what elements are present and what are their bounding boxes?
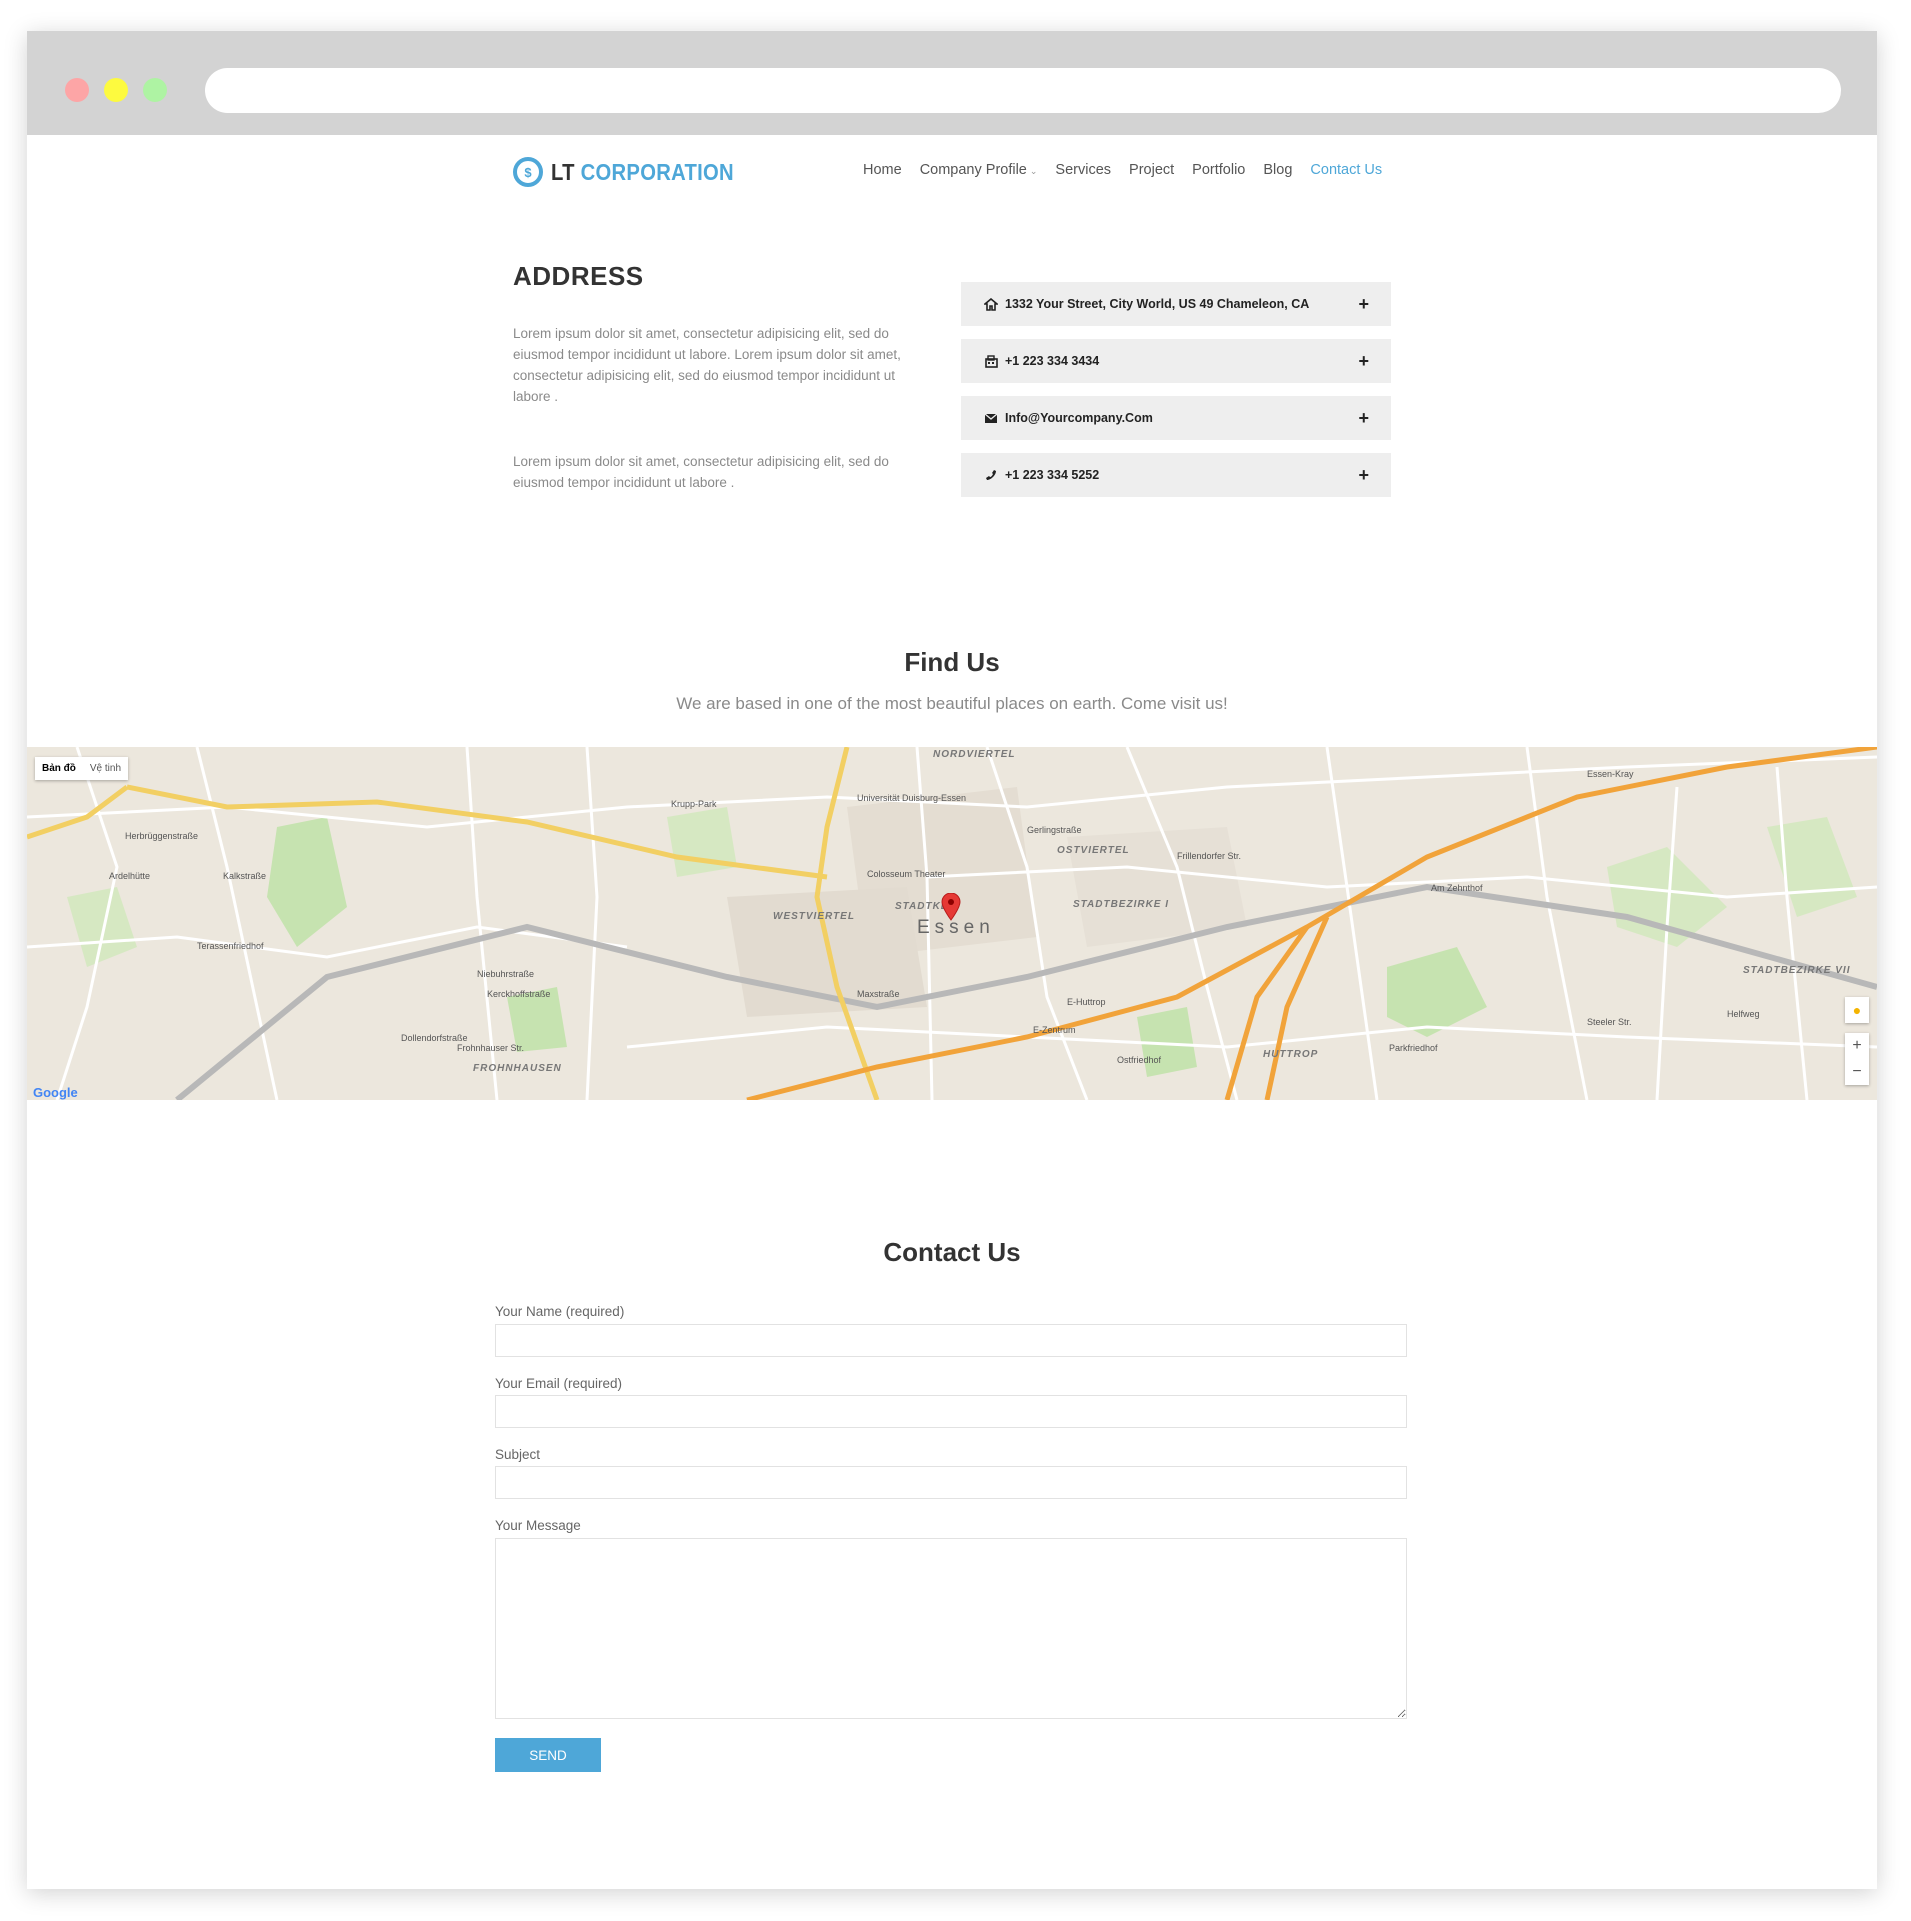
map-place-label: Steeler Str. xyxy=(1587,1017,1632,1027)
plus-icon[interactable]: + xyxy=(1358,351,1369,372)
address-bar[interactable] xyxy=(205,68,1841,113)
chevron-down-icon: ⌄ xyxy=(1029,166,1038,176)
map-place-label: Helfweg xyxy=(1727,1009,1760,1019)
email-field-label: Your Email (required) xyxy=(495,1376,623,1391)
map-district-label: HUTTROP xyxy=(1263,1049,1319,1060)
logo-text-corporation: CORPORATION xyxy=(580,158,734,185)
maximize-window-dot[interactable] xyxy=(143,78,167,102)
logo-text: LT CORPORATION xyxy=(551,159,734,186)
nav-item-contact-us[interactable]: Contact Us xyxy=(1310,162,1382,178)
plus-icon[interactable]: + xyxy=(1358,465,1369,486)
address-paragraph-1: Lorem ipsum dolor sit amet, consectetur … xyxy=(513,326,901,404)
address-item-phone-text: +1 223 334 5252 xyxy=(1005,468,1100,482)
message-field[interactable] xyxy=(495,1538,1407,1719)
envelope-icon xyxy=(983,410,999,426)
map-district-label: FROHNHAUSEN xyxy=(473,1063,562,1074)
plus-icon[interactable]: + xyxy=(1358,408,1369,429)
nav-item-company-profile-label: Company Profile xyxy=(919,162,1027,178)
map-type-map-button[interactable]: Bản đồ xyxy=(35,757,83,780)
map-place-label: Essen-Kray xyxy=(1587,769,1634,779)
name-field[interactable] xyxy=(495,1324,1407,1357)
find-us-title: Find Us xyxy=(904,647,1000,677)
address-item-fax-text: +1 223 334 3434 xyxy=(1005,354,1100,368)
map-place-label: Parkfriedhof xyxy=(1389,1043,1438,1053)
map-zoom-control: + − xyxy=(1845,1033,1869,1085)
map-place-label: E-Huttrop xyxy=(1067,997,1106,1007)
main-nav: Home Company Profile ⌄ Services Project P… xyxy=(863,162,1382,178)
email-field[interactable] xyxy=(495,1395,1407,1428)
browser-window: $ LT CORPORATION Home Company Profile ⌄ S… xyxy=(27,31,1877,1889)
minimize-window-dot[interactable] xyxy=(104,78,128,102)
map-district-label: NORDVIERTEL xyxy=(933,749,1016,760)
address-item-email-text: Info@Yourcompany.Com xyxy=(1005,411,1153,425)
nav-item-blog[interactable]: Blog xyxy=(1263,162,1292,178)
google-map[interactable]: Bản đồ Vệ tinh NORDVIERTEL OSTVIERTEL ST… xyxy=(27,747,1877,1100)
map-place-label: Dollendorfstraße xyxy=(401,1033,468,1043)
map-place-label: Kalkstraße xyxy=(223,871,267,881)
phone-icon xyxy=(983,467,999,483)
map-place-label: Krupp-Park xyxy=(671,799,717,809)
subject-field-label: Subject xyxy=(495,1447,541,1462)
nav-item-home[interactable]: Home xyxy=(863,162,902,178)
nav-item-project[interactable]: Project xyxy=(1129,162,1174,178)
map-place-label: Ardelhütte xyxy=(109,871,151,881)
browser-chrome xyxy=(27,31,1877,135)
address-item-phone[interactable]: +1 223 334 5252 + xyxy=(961,453,1391,497)
map-place-label: Niebuhrstraße xyxy=(477,969,535,979)
address-item-email[interactable]: Info@Yourcompany.Com + xyxy=(961,396,1391,440)
contact-title: Contact Us xyxy=(883,1237,1021,1267)
map-district-label: OSTVIERTEL xyxy=(1057,845,1130,856)
zoom-in-button[interactable]: + xyxy=(1852,1037,1861,1055)
map-district-label: STADTBEZIRKE VII xyxy=(1743,965,1851,976)
map-place-label: Colosseum Theater xyxy=(867,869,946,879)
map-place-label: Kerckhoffstraße xyxy=(487,989,551,999)
address-item-fax[interactable]: +1 223 334 3434 + xyxy=(961,339,1391,383)
map-place-label: Herbrüggenstraße xyxy=(125,831,199,841)
map-place-label: Gerlingstraße xyxy=(1027,825,1082,835)
map-type-toggle: Bản đồ Vệ tinh xyxy=(35,757,129,780)
street-view-pegman-icon[interactable]: ● xyxy=(1845,997,1869,1023)
map-place-label: Frillendorfer Str. xyxy=(1177,851,1242,861)
message-field-label: Your Message xyxy=(495,1518,581,1533)
address-item-street[interactable]: 1332 Your Street, City World, US 49 Cham… xyxy=(961,282,1391,326)
site-logo[interactable]: $ LT CORPORATION xyxy=(513,157,759,187)
map-district-label: STADTBEZIRKE I xyxy=(1073,899,1170,910)
address-title: ADDRESS xyxy=(513,261,644,291)
map-place-label: Frohnhauser Str. xyxy=(457,1043,525,1053)
map-place-label: Maxstraße xyxy=(857,989,900,999)
send-button[interactable]: SEND xyxy=(495,1738,601,1772)
map-marker-icon[interactable] xyxy=(941,893,961,921)
logo-icon: $ xyxy=(513,157,543,187)
find-us-subtitle: We are based in one of the most beautifu… xyxy=(676,694,1228,713)
logo-text-lt: LT xyxy=(551,158,575,185)
nav-item-company-profile[interactable]: Company Profile ⌄ xyxy=(920,162,1038,178)
plus-icon[interactable]: + xyxy=(1358,294,1369,315)
fax-icon xyxy=(983,353,999,369)
close-window-dot[interactable] xyxy=(65,78,89,102)
map-place-label: Terassenfriedhof xyxy=(197,941,264,951)
map-place-label: Am Zehnthof xyxy=(1431,883,1483,893)
nav-item-services[interactable]: Services xyxy=(1055,162,1111,178)
map-district-label: WESTVIERTEL xyxy=(773,911,855,922)
address-item-street-text: 1332 Your Street, City World, US 49 Cham… xyxy=(1005,297,1310,311)
nav-item-portfolio[interactable]: Portfolio xyxy=(1192,162,1245,178)
address-paragraph-2: Lorem ipsum dolor sit amet, consectetur … xyxy=(513,454,889,490)
map-place-label: E-Zentrum xyxy=(1033,1025,1076,1035)
zoom-out-button[interactable]: − xyxy=(1852,1063,1861,1081)
home-icon xyxy=(983,296,999,312)
map-place-label: Ostfriedhof xyxy=(1117,1055,1162,1065)
name-field-label: Your Name (required) xyxy=(495,1304,625,1319)
subject-field[interactable] xyxy=(495,1466,1407,1499)
map-place-label: Universität Duisburg-Essen xyxy=(857,793,967,803)
map-type-satellite-button[interactable]: Vệ tinh xyxy=(83,757,128,780)
google-logo: Google xyxy=(33,1085,78,1100)
